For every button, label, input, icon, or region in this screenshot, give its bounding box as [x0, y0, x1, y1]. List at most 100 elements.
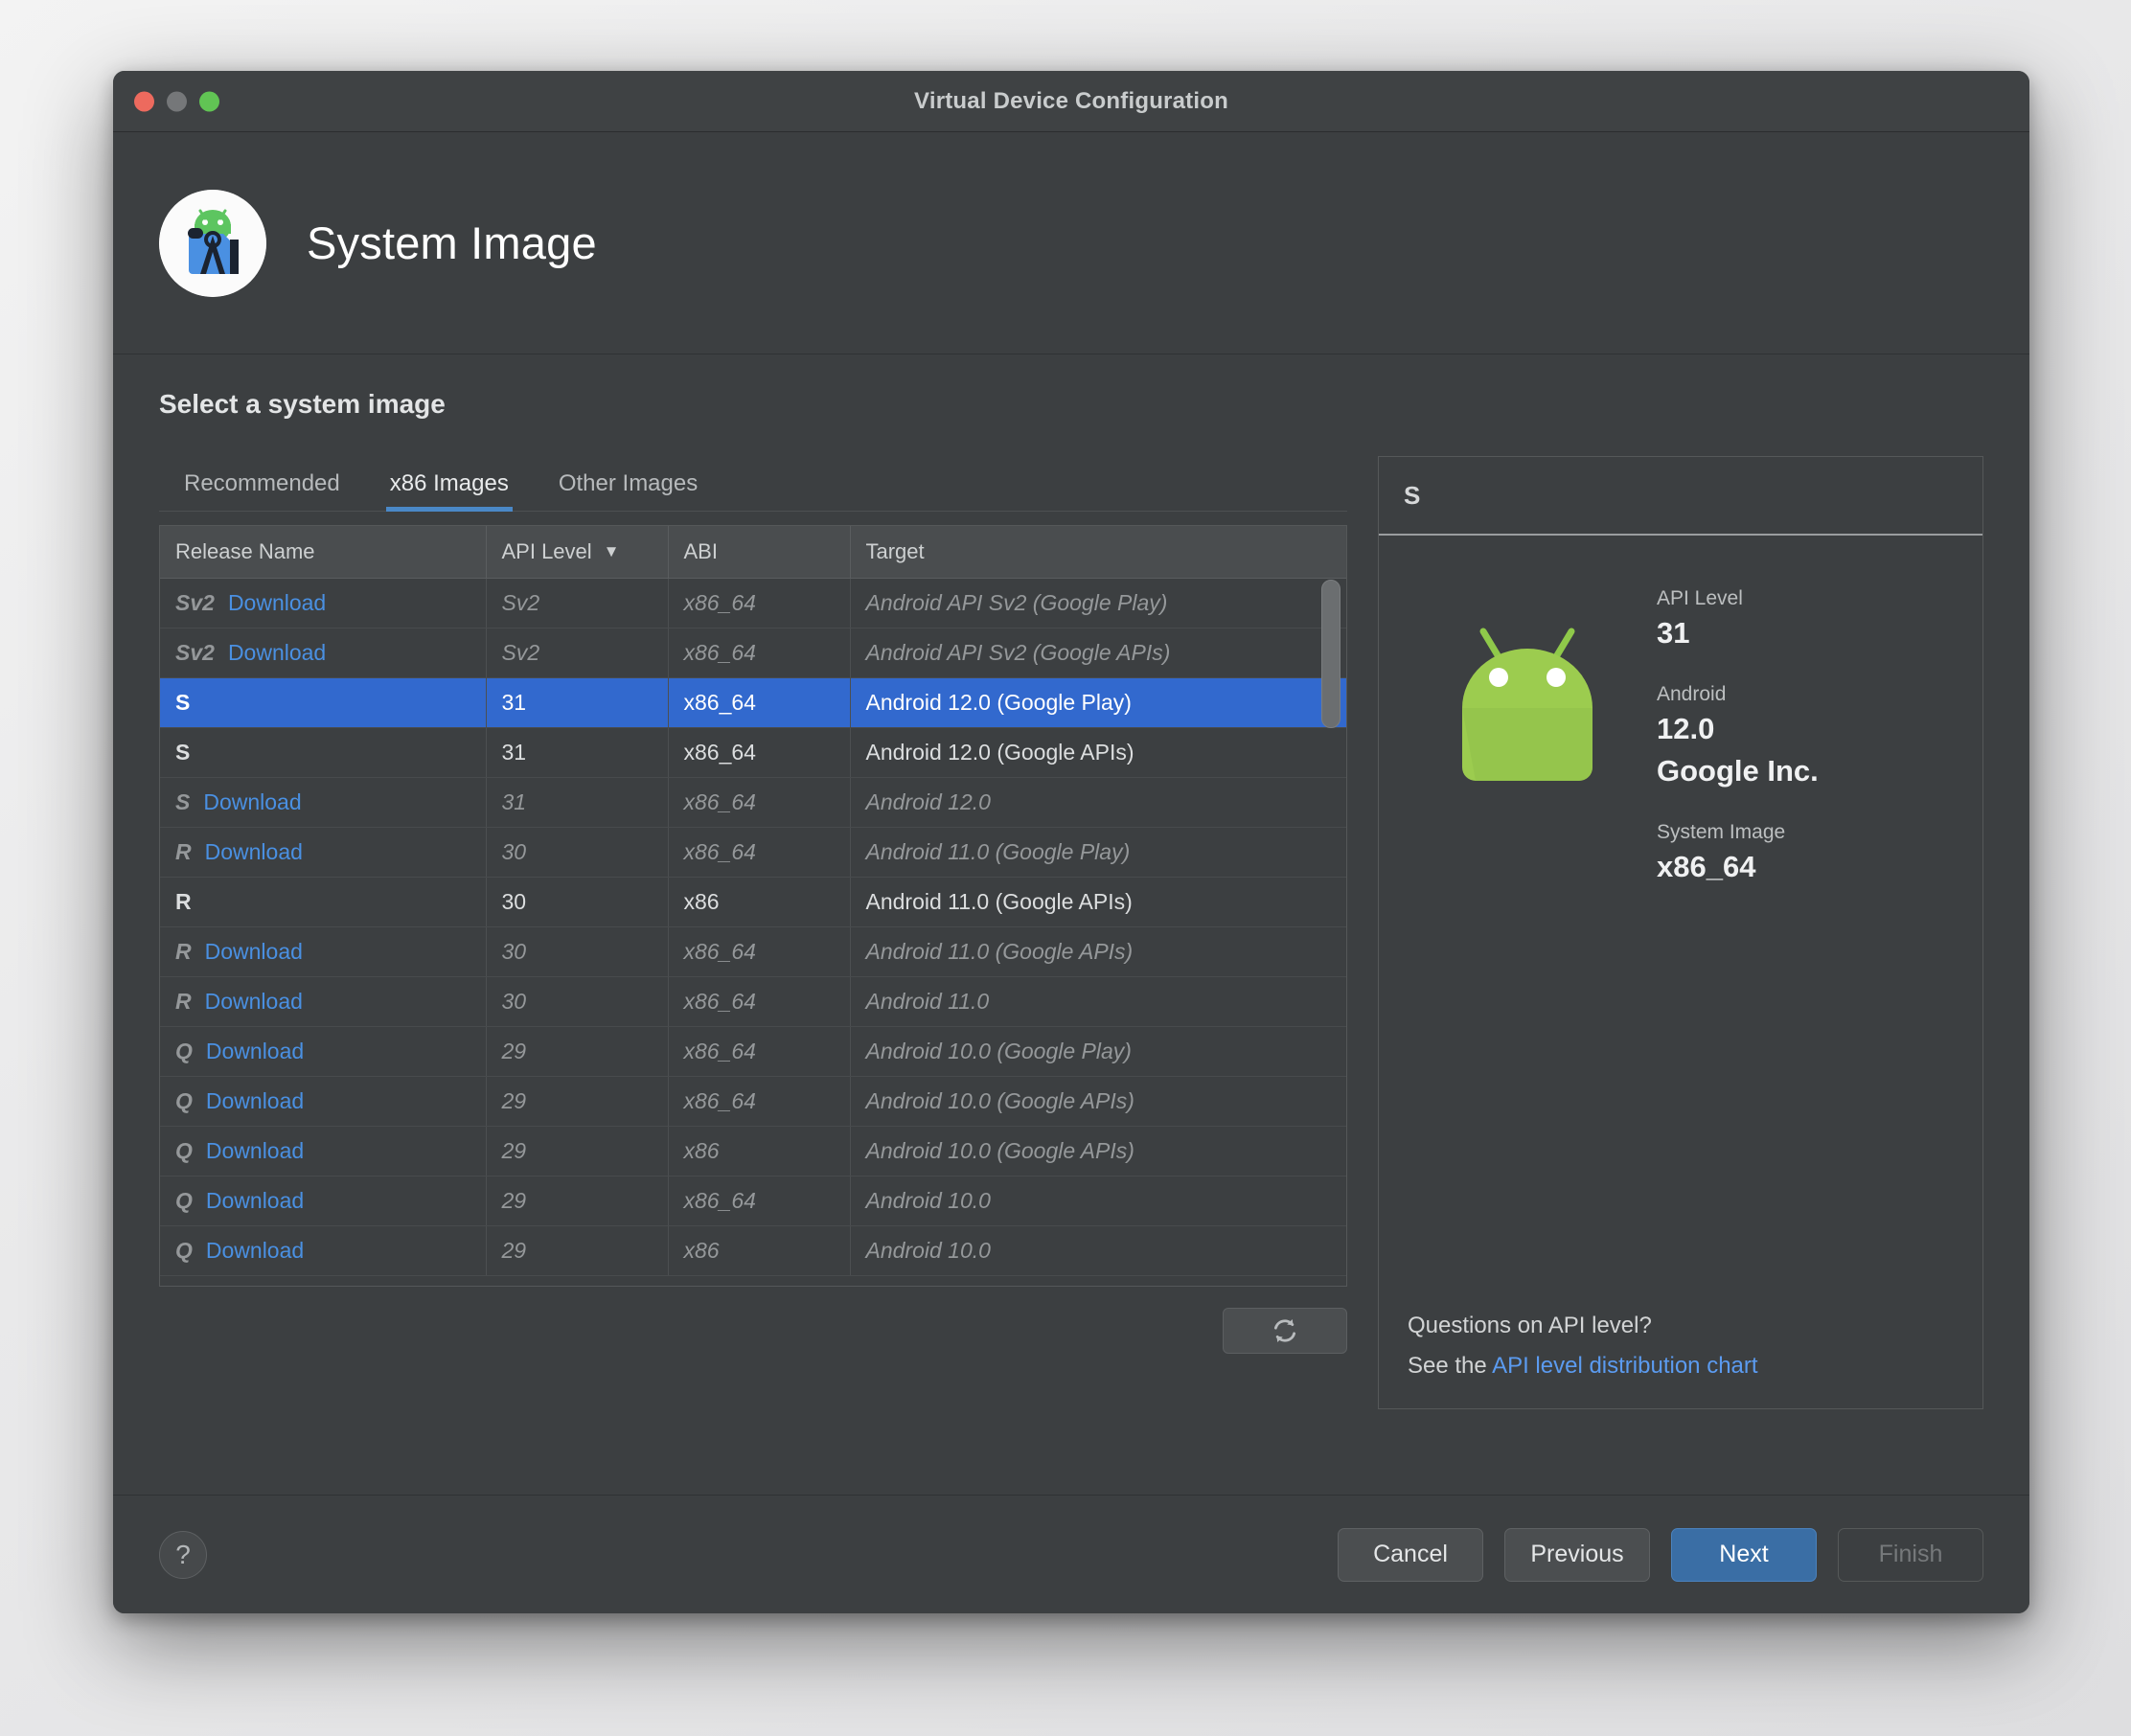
- detail-panel-header: S: [1379, 457, 1982, 536]
- column-header-abi[interactable]: ABI: [668, 526, 851, 579]
- cell-api-level: 29: [486, 1126, 669, 1176]
- cell-api-level: 29: [486, 1225, 669, 1276]
- download-link[interactable]: Download: [206, 1238, 304, 1263]
- cell-api-level: 29: [486, 1076, 669, 1127]
- cell-api-level: 31: [486, 677, 669, 728]
- download-link[interactable]: Download: [228, 640, 326, 665]
- table-row[interactable]: S Download 31 x86_64 Android 12.0: [160, 777, 1346, 828]
- release-name-label: R: [175, 889, 192, 914]
- column-header-target[interactable]: Target: [850, 526, 1346, 579]
- download-link[interactable]: Download: [205, 839, 303, 864]
- cell-release-name: Q Download: [160, 1076, 487, 1127]
- previous-button[interactable]: Previous: [1504, 1527, 1650, 1582]
- download-link[interactable]: Download: [203, 789, 301, 814]
- right-column: S API Level 31 Android 12.0 Google Inc. …: [1378, 456, 1983, 1495]
- refresh-row: [159, 1308, 1347, 1354]
- detail-field-label: System Image: [1657, 821, 1786, 843]
- cell-abi: x86_64: [668, 1076, 851, 1127]
- release-name-label: Q: [175, 1188, 193, 1213]
- cell-target: Android 10.0: [850, 1225, 1346, 1276]
- cell-api-level: 30: [486, 976, 669, 1027]
- tab-x86-images[interactable]: x86 Images: [365, 472, 534, 512]
- api-level-distribution-chart-link[interactable]: API level distribution chart: [1492, 1353, 1757, 1379]
- cell-api-level: Sv2: [486, 578, 669, 628]
- column-header-api-level-label: API Level: [501, 539, 592, 563]
- download-link[interactable]: Download: [205, 939, 303, 964]
- cell-target: Android 11.0 (Google APIs): [850, 926, 1346, 977]
- download-link[interactable]: Download: [206, 1088, 304, 1113]
- download-link[interactable]: Download: [206, 1138, 304, 1163]
- system-image-table-container: Release Name API Level ▼ ABI Target Sv2 Do…: [159, 525, 1347, 1287]
- download-link[interactable]: Download: [205, 989, 303, 1014]
- table-row[interactable]: Sv2 Download Sv2 x86_64 Android API Sv2 (Goo…: [160, 578, 1346, 628]
- cell-target: Android 10.0 (Google APIs): [850, 1076, 1346, 1127]
- cell-target: Android 11.0 (Google APIs): [850, 877, 1346, 927]
- cell-release-name: R Download: [160, 976, 487, 1027]
- column-header-release-name[interactable]: Release Name: [160, 526, 487, 579]
- cell-release-name: S Download: [160, 777, 487, 828]
- download-link[interactable]: Download: [206, 1188, 304, 1213]
- table-row[interactable]: S 31 x86_64 Android 12.0 (Google Play): [160, 677, 1346, 728]
- api-level-question: Questions on API level?: [1408, 1313, 1652, 1338]
- cell-target: Android 10.0 (Google Play): [850, 1026, 1346, 1077]
- image-category-tabs: Recommended x86 Images Other Images: [159, 456, 1347, 512]
- table-row[interactable]: R Download 30 x86_64 Android 11.0 (Google AP…: [160, 926, 1346, 977]
- release-name-label: R: [175, 939, 192, 964]
- refresh-button[interactable]: [1223, 1308, 1347, 1354]
- cell-abi: x86_64: [668, 1176, 851, 1226]
- table-row[interactable]: R Download 30 x86_64 Android 11.0: [160, 976, 1346, 1027]
- window-title: Virtual Device Configuration: [914, 87, 1228, 114]
- tab-label: Recommended: [184, 470, 340, 496]
- next-button[interactable]: Next: [1671, 1527, 1817, 1582]
- table-row[interactable]: R 30 x86 Android 11.0 (Google APIs): [160, 877, 1346, 927]
- cell-target: Android 12.0 (Google APIs): [850, 727, 1346, 778]
- help-button[interactable]: ?: [159, 1530, 207, 1579]
- cell-api-level: 30: [486, 877, 669, 927]
- system-image-table: Release Name API Level ▼ ABI Target Sv2 Do…: [160, 526, 1346, 1276]
- table-row[interactable]: Q Download 29 x86_64 Android 10.0 (Google Pl…: [160, 1026, 1346, 1077]
- left-column: Recommended x86 Images Other Images Releas…: [159, 456, 1347, 1495]
- table-row[interactable]: Sv2 Download Sv2 x86_64 Android API Sv2 (Goo…: [160, 628, 1346, 678]
- tab-label: Other Images: [558, 470, 699, 496]
- cell-api-level: 31: [486, 727, 669, 778]
- release-name-label: Q: [175, 1238, 193, 1263]
- cell-api-level: 30: [486, 926, 669, 977]
- detail-field-value: Google Inc.: [1657, 754, 1819, 788]
- api-level-chart-line: See the API level distribution chart: [1408, 1353, 1954, 1380]
- table-row[interactable]: Q Download 29 x86_64 Android 10.0: [160, 1176, 1346, 1226]
- table-row[interactable]: S 31 x86_64 Android 12.0 (Google APIs): [160, 727, 1346, 778]
- cell-release-name: Sv2 Download: [160, 628, 487, 678]
- table-row[interactable]: Q Download 29 x86_64 Android 10.0 (Google AP…: [160, 1076, 1346, 1127]
- wizard-button-group: Cancel Previous Next Finish: [1338, 1527, 1983, 1582]
- cell-target: Android API Sv2 (Google APIs): [850, 628, 1346, 678]
- tab-other-images[interactable]: Other Images: [534, 472, 722, 511]
- table-header-row: Release Name API Level ▼ ABI Target: [160, 526, 1346, 579]
- table-row[interactable]: R Download 30 x86_64 Android 11.0 (Google Pl…: [160, 827, 1346, 878]
- system-image-detail-panel: S API Level 31 Android 12.0 Google Inc. …: [1378, 456, 1983, 1409]
- detail-field-label: Android: [1657, 683, 1727, 705]
- cell-abi: x86_64: [668, 727, 851, 778]
- cell-target: Android 12.0: [850, 777, 1346, 828]
- table-row[interactable]: Q Download 29 x86 Android 10.0 (Google APIs): [160, 1126, 1346, 1176]
- release-name-label: R: [175, 989, 192, 1014]
- cell-abi: x86_64: [668, 827, 851, 878]
- release-name-label: Q: [175, 1138, 193, 1163]
- table-scrollbar-thumb[interactable]: [1321, 580, 1340, 728]
- download-link[interactable]: Download: [206, 1039, 304, 1063]
- download-link[interactable]: Download: [228, 590, 326, 615]
- release-name-label: R: [175, 839, 192, 864]
- cell-api-level: Sv2: [486, 628, 669, 678]
- cancel-button[interactable]: Cancel: [1338, 1527, 1483, 1582]
- android-studio-icon: [159, 189, 266, 297]
- cell-abi: x86_64: [668, 1026, 851, 1077]
- table-scrollbar[interactable]: [1321, 580, 1340, 1280]
- virtual-device-configuration-window: Virtual Device Configuration System Imag…: [113, 71, 2029, 1613]
- column-header-api-level[interactable]: API Level ▼: [486, 526, 669, 579]
- wizard-footer: ? Cancel Previous Next Finish: [113, 1495, 2029, 1613]
- cell-target: Android 11.0: [850, 976, 1346, 1027]
- tab-recommended[interactable]: Recommended: [159, 472, 365, 511]
- table-row[interactable]: Q Download 29 x86 Android 10.0: [160, 1225, 1346, 1276]
- cell-release-name: Q Download: [160, 1026, 487, 1077]
- table-body: Sv2 Download Sv2 x86_64 Android API Sv2 (Goo…: [160, 578, 1346, 1276]
- window-titlebar: Virtual Device Configuration: [113, 71, 2029, 132]
